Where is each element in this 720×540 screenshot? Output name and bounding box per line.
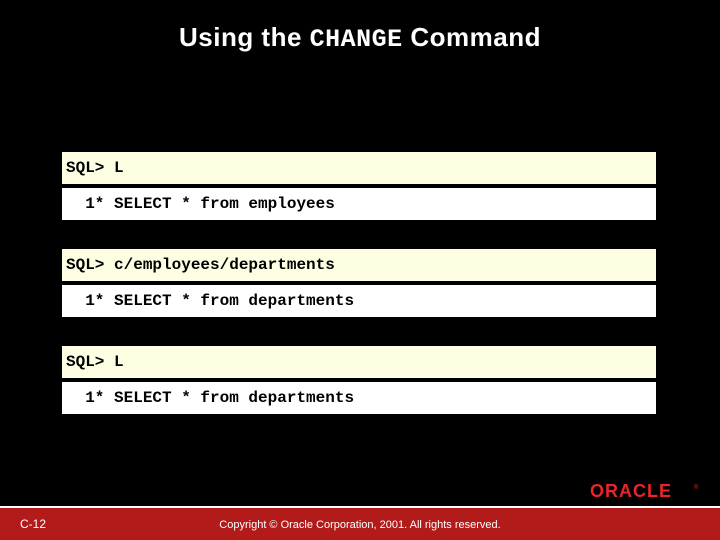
sql-command-1: SQL> L xyxy=(60,150,658,186)
title-post: Command xyxy=(403,22,541,52)
oracle-logo: ORACLE ® xyxy=(590,482,702,502)
sql-output-1: 1* SELECT * from employees xyxy=(60,186,658,222)
oracle-logo-text: ORACLE xyxy=(590,482,672,501)
copyright-text: Copyright © Oracle Corporation, 2001. Al… xyxy=(0,519,720,531)
title-command: CHANGE xyxy=(310,25,403,54)
title-pre: Using the xyxy=(179,22,310,52)
sql-command-2: SQL> c/employees/departments xyxy=(60,247,658,283)
code-area: SQL> L 1* SELECT * from employees SQL> c… xyxy=(60,150,658,441)
sql-command-3: SQL> L xyxy=(60,344,658,380)
sql-output-3: 1* SELECT * from departments xyxy=(60,380,658,416)
sql-output-2: 1* SELECT * from departments xyxy=(60,283,658,319)
slide-title: Using the CHANGE Command xyxy=(0,0,720,54)
footer-bar: C-12 Copyright © Oracle Corporation, 200… xyxy=(0,508,720,540)
svg-text:®: ® xyxy=(694,484,699,491)
